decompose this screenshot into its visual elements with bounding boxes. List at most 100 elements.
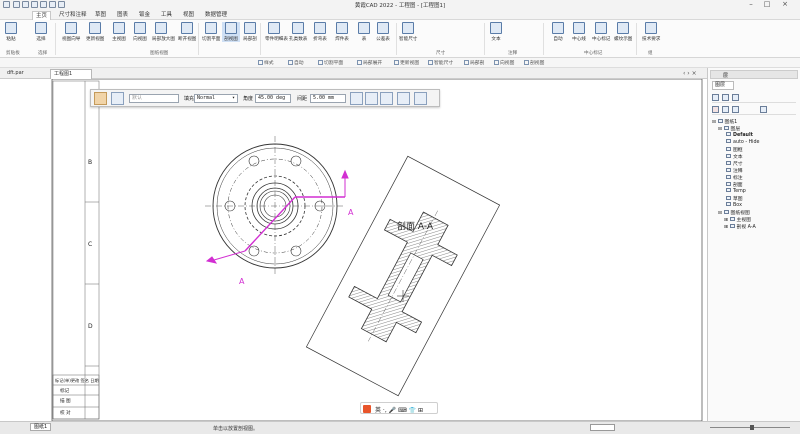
tree-node[interactable]: ⊟ 图层: [718, 125, 740, 132]
tree-node[interactable]: 文本: [726, 153, 743, 160]
tree-node[interactable]: 剖面: [726, 181, 743, 188]
sheet-tab[interactable]: 图纸1: [30, 423, 52, 431]
update-view-tool[interactable]: 更新视图: [394, 59, 419, 66]
fill-select[interactable]: Normal ▾: [194, 94, 238, 103]
tree-node[interactable]: 图框: [726, 146, 743, 153]
weldment-table-button[interactable]: 焊件表: [333, 22, 351, 42]
tab-home[interactable]: 主页: [32, 11, 52, 20]
tree-node[interactable]: ⊞ 剖视 A-A: [724, 223, 756, 230]
broken-out-button[interactable]: 局部剖: [241, 22, 259, 42]
divider: [543, 23, 544, 55]
tree-node[interactable]: 尺寸: [726, 160, 743, 167]
layer-filter-icon[interactable]: [722, 106, 729, 113]
delete-layer-icon[interactable]: [760, 106, 767, 113]
drawing-canvas[interactable]: A A 剖面 A-A B C D 标记(单)更改 签名 日期 标记 描 图 校 …: [0, 79, 707, 421]
broken-out-tool[interactable]: 局部剖: [464, 59, 484, 66]
tab-sketch[interactable]: 草图: [92, 11, 109, 20]
tree-node[interactable]: Default: [726, 132, 753, 138]
view-wizard-button[interactable]: 视图向导: [62, 22, 80, 42]
layers-tab[interactable]: 图层: [712, 81, 734, 90]
document-tabs: dft.par 工程图1 ‹ › ×: [0, 68, 707, 79]
tab-dimensions[interactable]: 尺寸和注释: [56, 11, 90, 20]
parts-list-button[interactable]: 零件明细表: [265, 22, 288, 42]
tab-chart[interactable]: 图表: [114, 11, 131, 20]
tolerance-table-button[interactable]: 公差表: [374, 22, 392, 42]
new-layer-icon[interactable]: [712, 94, 719, 101]
smart-dim-tool[interactable]: 智能尺寸: [428, 59, 453, 66]
auxiliary-view-button[interactable]: 向视图: [131, 22, 149, 42]
close-icon[interactable]: ×: [778, 0, 792, 10]
view-options-icon[interactable]: [365, 92, 378, 105]
paste-button[interactable]: 粘贴: [2, 22, 20, 42]
tab-tools[interactable]: 工具: [158, 11, 175, 20]
detail-view-button[interactable]: 局部放大图: [152, 22, 175, 42]
principal-view-button[interactable]: 主视图: [110, 22, 128, 42]
spacing-input[interactable]: 5.00 mm: [310, 94, 346, 103]
drawing-sheet: A A 剖面 A-A: [51, 79, 703, 421]
section-style-icon[interactable]: [94, 92, 107, 105]
auto-centerline-button[interactable]: 自动: [549, 22, 567, 42]
cutting-plane-button[interactable]: 切割平面: [202, 22, 220, 42]
cutting-plane-tool[interactable]: 切割平面: [318, 59, 343, 66]
preview-icon[interactable]: [380, 92, 393, 105]
style-select[interactable]: 默认: [129, 94, 179, 103]
section-mode-icon[interactable]: [111, 92, 124, 105]
tree-node[interactable]: 草图: [726, 195, 743, 202]
apply-icon[interactable]: [397, 92, 410, 105]
section-view-tool[interactable]: 剖视图: [524, 59, 544, 66]
minimize-icon[interactable]: –: [744, 0, 758, 10]
tab-sheetmetal[interactable]: 钣金: [136, 11, 153, 20]
table-button[interactable]: 表: [355, 22, 373, 42]
doc-tab-drawing1[interactable]: 工程图1: [50, 69, 92, 79]
aux-view-tool[interactable]: 向视图: [494, 59, 514, 66]
command-search-field[interactable]: [590, 424, 615, 431]
layer-sort-icon[interactable]: [732, 106, 739, 113]
zoom-slider[interactable]: [640, 425, 790, 430]
layer-icon: [726, 202, 731, 206]
angle-input[interactable]: 45.00 deg: [255, 94, 291, 103]
centerline-button[interactable]: 中心线: [570, 22, 588, 42]
finish-icon[interactable]: [414, 92, 427, 105]
smart-dimension-button[interactable]: 智能尺寸: [399, 22, 417, 42]
tab-scroll-icon[interactable]: ‹ › ×: [683, 70, 697, 77]
tree-node[interactable]: 注释: [726, 167, 743, 174]
layer-toolbar: [712, 93, 796, 103]
tech-requirements-button[interactable]: 技术要求: [642, 22, 660, 42]
maximize-icon[interactable]: □: [760, 0, 774, 10]
tab-data-management[interactable]: 数据管理: [202, 11, 230, 20]
bend-table-button[interactable]: 折弯表: [311, 22, 329, 42]
tree-node[interactable]: Box: [726, 202, 742, 208]
doc-tab-dft[interactable]: dft.par: [4, 69, 27, 79]
divider: [636, 23, 637, 55]
active-layer-icon[interactable]: [722, 94, 729, 101]
ime-toolbar[interactable]: 英 ·, 🎤 ⌨ 👕 ⊞: [360, 402, 438, 414]
hatch-options-icon[interactable]: [350, 92, 363, 105]
style-tool[interactable]: 样式: [258, 59, 274, 66]
show-layer-icon[interactable]: [732, 94, 739, 101]
text-button[interactable]: 文本: [487, 22, 505, 42]
tree-node[interactable]: ⊞ 主视图: [724, 216, 751, 223]
thread-view-button[interactable]: 螺纹示图: [614, 22, 632, 42]
broken-view-button[interactable]: 断开视图: [178, 22, 196, 42]
tree-node[interactable]: 标注: [726, 174, 743, 181]
tree-node[interactable]: ⊟ 图纸视图: [718, 209, 750, 216]
hide-layer-icon[interactable]: [712, 106, 719, 113]
update-views-button[interactable]: 更新视图: [86, 22, 104, 42]
section-view-button[interactable]: 剖视图: [222, 22, 240, 42]
center-mark-button[interactable]: 中心标记: [592, 22, 610, 42]
auto-tool[interactable]: 自动: [288, 59, 304, 66]
select-button[interactable]: 选择: [32, 22, 50, 42]
layer-icon: [726, 188, 731, 192]
tree-root[interactable]: ⊟ 图纸1: [712, 118, 737, 125]
front-view: [205, 136, 345, 276]
ime-mode-icon[interactable]: 英 ·, 🎤 ⌨ 👕 ⊞: [375, 405, 423, 414]
paste-icon: [5, 22, 17, 34]
tree-node[interactable]: auto - Hide: [726, 139, 760, 145]
hole-table-button[interactable]: 孔类数表: [289, 22, 307, 42]
tree-node[interactable]: Temp: [726, 188, 746, 194]
detail-view-icon: [155, 22, 167, 34]
title-block-row2: 标记: [60, 389, 70, 394]
local-expand-tool[interactable]: 局部展开: [357, 59, 382, 66]
tab-view[interactable]: 视图: [180, 11, 197, 20]
zoom-thumb[interactable]: [750, 425, 754, 430]
